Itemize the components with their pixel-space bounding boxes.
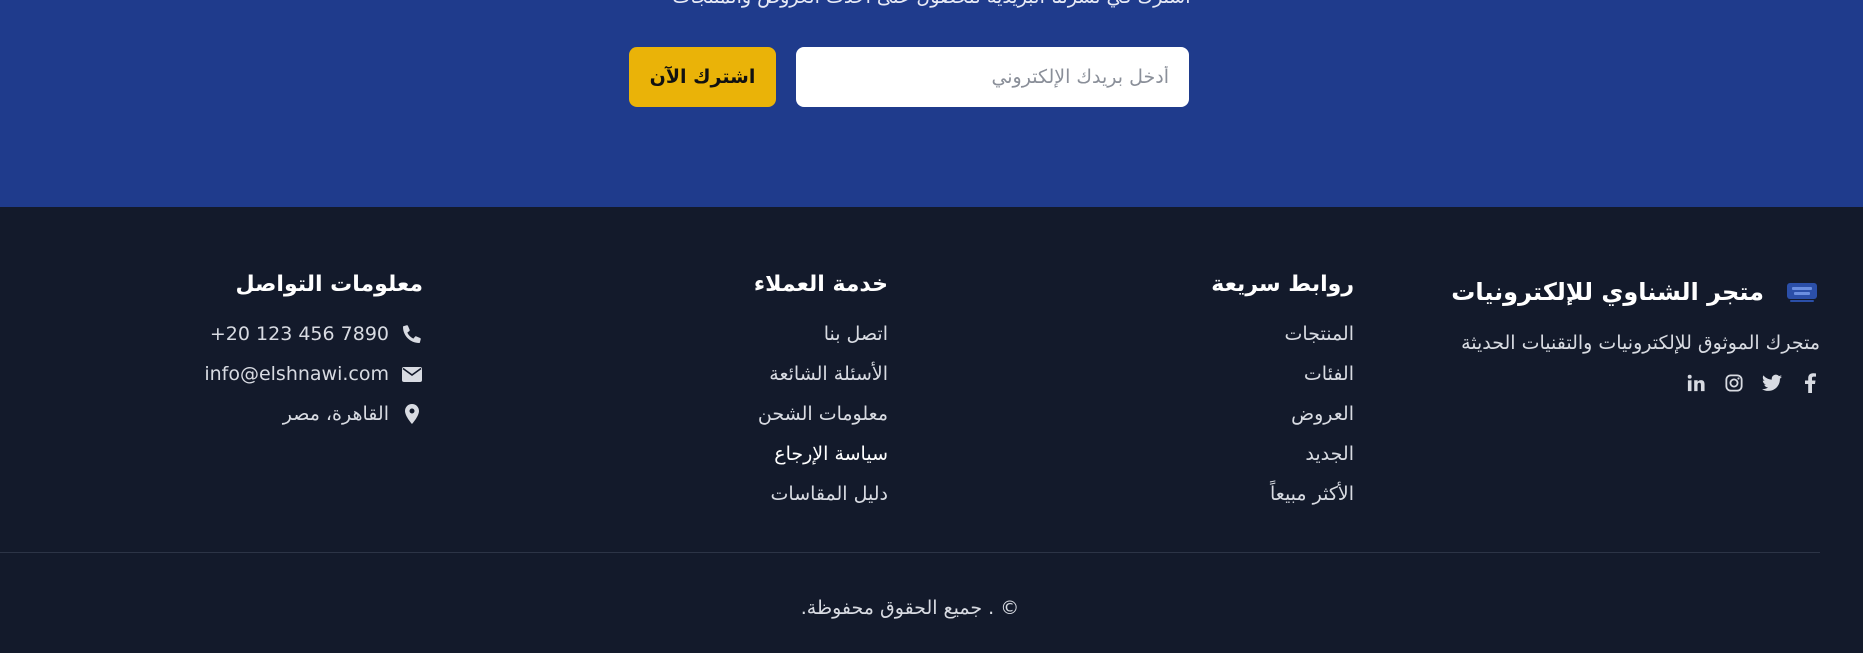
- footer: متجر الشناوي للإلكترونيات متجرك الموثوق …: [0, 207, 1863, 653]
- customer-service-column: خدمة العملاء اتصل بنا الأسئلة الشائعة مع…: [754, 270, 888, 522]
- link-faq[interactable]: الأسئلة الشائعة: [754, 362, 888, 386]
- quick-links-list: المنتجات الفئات العروض الجديد الأكثر مبي…: [1211, 322, 1354, 506]
- quick-links-column: روابط سريعة المنتجات الفئات العروض الجدي…: [1211, 270, 1354, 522]
- customer-service-list: اتصل بنا الأسئلة الشائعة معلومات الشحن س…: [754, 322, 888, 506]
- copyright: © . جميع الحقوق محفوظة.: [800, 597, 1020, 619]
- contact-address: القاهرة، مصر: [282, 403, 389, 425]
- newsletter-subtitle: اشترك في نشرتنا البريدية للحصول على أحدث…: [0, 0, 1863, 8]
- contact-email-row: info@elshnawi.com: [204, 362, 423, 386]
- brand-tagline: متجرك الموثوق للإلكترونيات والتقنيات الح…: [1461, 332, 1820, 354]
- footer-divider: [0, 552, 1820, 553]
- logo-icon: [1784, 279, 1820, 305]
- envelope-icon: [401, 366, 423, 382]
- contact-title: معلومات التواصل: [235, 272, 423, 297]
- link-new[interactable]: الجديد: [1211, 442, 1354, 466]
- contact-list: +20 123 456 7890 info@elshnawi.com القاه…: [204, 322, 423, 426]
- email-input[interactable]: [796, 47, 1189, 107]
- facebook-icon[interactable]: [1800, 372, 1820, 394]
- link-return-policy[interactable]: سياسة الإرجاع: [754, 442, 888, 466]
- contact-email[interactable]: info@elshnawi.com: [204, 362, 389, 386]
- contact-column: معلومات التواصل +20 123 456 7890 info@el…: [204, 270, 423, 442]
- brand-header: متجر الشناوي للإلكترونيات: [1451, 278, 1820, 306]
- linkedin-icon[interactable]: [1686, 372, 1706, 394]
- phone-icon: [401, 325, 423, 343]
- quick-links-title: روابط سريعة: [1211, 272, 1354, 297]
- link-best-sellers[interactable]: الأكثر مبيعاً: [1211, 482, 1354, 506]
- contact-address-row: القاهرة، مصر: [204, 402, 423, 426]
- brand-title: متجر الشناوي للإلكترونيات: [1451, 278, 1764, 306]
- contact-phone-row: +20 123 456 7890: [204, 322, 423, 346]
- link-size-guide[interactable]: دليل المقاسات: [754, 482, 888, 506]
- brand-column: متجر الشناوي للإلكترونيات متجرك الموثوق …: [1451, 278, 1820, 394]
- customer-service-title: خدمة العملاء: [753, 272, 888, 297]
- twitter-icon[interactable]: [1762, 372, 1782, 394]
- location-pin-icon: [401, 404, 423, 424]
- newsletter-section: اشترك في نشرتنا البريدية للحصول على أحدث…: [0, 0, 1863, 207]
- instagram-icon[interactable]: [1724, 372, 1744, 394]
- subscribe-button[interactable]: اشترك الآن: [629, 47, 776, 107]
- social-links: [1451, 372, 1820, 394]
- link-categories[interactable]: الفئات: [1211, 362, 1354, 386]
- link-shipping-info[interactable]: معلومات الشحن: [754, 402, 888, 426]
- contact-phone[interactable]: +20 123 456 7890: [210, 322, 389, 346]
- link-products[interactable]: المنتجات: [1211, 322, 1354, 346]
- link-contact-us[interactable]: اتصل بنا: [754, 322, 888, 346]
- link-offers[interactable]: العروض: [1211, 402, 1354, 426]
